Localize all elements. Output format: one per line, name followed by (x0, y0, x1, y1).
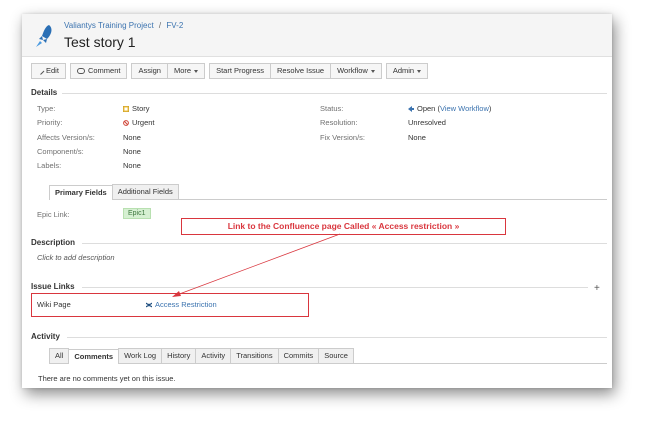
breadcrumb: Valiantys Training Project / FV-2 (64, 21, 186, 30)
breadcrumb-project[interactable]: Valiantys Training Project (64, 21, 154, 30)
open-status-icon (408, 106, 414, 113)
tab-all[interactable]: All (49, 348, 70, 363)
annotation-highlight-box (31, 293, 309, 317)
issue-toolbar: Edit Comment Assign More Start Progress … (31, 63, 429, 79)
tab-transitions[interactable]: Transitions (230, 348, 279, 363)
breadcrumb-issue-key[interactable]: FV-2 (166, 21, 183, 30)
divider (82, 243, 607, 244)
view-workflow-link[interactable]: View Workflow (440, 104, 489, 113)
details-heading: Details (31, 88, 58, 97)
fix-version-value: None (408, 133, 426, 142)
components-value: None (123, 147, 141, 156)
add-link-button[interactable]: + (594, 283, 600, 294)
story-icon (123, 106, 129, 113)
chevron-down-icon (370, 69, 375, 73)
issue-title: Test story 1 (64, 34, 136, 50)
priority-value: Urgent (123, 118, 155, 127)
assign-button[interactable]: Assign (131, 63, 168, 79)
start-progress-button[interactable]: Start Progress (209, 63, 271, 79)
tab-commits[interactable]: Commits (277, 348, 320, 363)
activity-heading: Activity (31, 332, 60, 341)
labels-label: Labels: (37, 161, 62, 170)
activity-tabs: All Comments Work Log History Activity T… (49, 348, 607, 364)
labels-value: None (123, 161, 141, 170)
status-value: Open (View Workflow) (408, 104, 491, 113)
admin-button[interactable]: Admin (385, 63, 429, 79)
description-heading: Description (31, 238, 76, 247)
epic-link-label: Epic Link: (37, 210, 70, 219)
resolution-value: Unresolved (408, 118, 446, 127)
divider (67, 337, 607, 338)
edit-button[interactable]: Edit (31, 63, 66, 79)
rocket-icon (36, 25, 52, 47)
issue-header: Valiantys Training Project / FV-2 Test s… (22, 14, 612, 57)
empty-comments-message: There are no comments yet on this issue. (38, 374, 176, 383)
workflow-button[interactable]: Workflow (331, 63, 382, 79)
tab-comments[interactable]: Comments (68, 349, 120, 364)
tab-history[interactable]: History (161, 348, 197, 363)
description-placeholder[interactable]: Click to add description (37, 253, 115, 262)
issue-view: Valiantys Training Project / FV-2 Test s… (22, 14, 612, 388)
resolution-label: Resolution: (320, 118, 358, 127)
pencil-icon (36, 67, 45, 75)
priority-label: Priority: (37, 118, 63, 127)
divider (82, 287, 588, 288)
field-tabs: Primary Fields Additional Fields (49, 184, 607, 200)
affects-version-label: Affects Version/s: (37, 133, 95, 142)
components-label: Component/s: (37, 147, 84, 156)
tab-activity[interactable]: Activity (195, 348, 232, 363)
resolve-issue-button[interactable]: Resolve Issue (271, 63, 332, 79)
breadcrumb-separator: / (158, 21, 162, 30)
annotation-callout: Link to the Confluence page Called « Acc… (181, 218, 506, 235)
chevron-down-icon (417, 69, 422, 73)
affects-version-value: None (123, 133, 141, 142)
chevron-down-icon (194, 69, 199, 73)
epic-badge[interactable]: Epic1 (123, 208, 151, 219)
issue-links-heading: Issue Links (31, 282, 75, 291)
status-label: Status: (320, 104, 344, 113)
tab-primary-fields[interactable]: Primary Fields (49, 185, 113, 200)
comment-button[interactable]: Comment (69, 63, 128, 79)
divider (62, 93, 607, 94)
fix-version-label: Fix Version/s: (320, 133, 366, 142)
type-value: Story (123, 104, 150, 113)
tab-work-log[interactable]: Work Log (118, 348, 163, 363)
tab-source[interactable]: Source (318, 348, 354, 363)
comment-icon (76, 68, 85, 74)
urgent-icon (123, 120, 129, 126)
tab-additional-fields[interactable]: Additional Fields (111, 184, 179, 199)
more-button[interactable]: More (167, 63, 206, 79)
type-label: Type: (37, 104, 56, 113)
